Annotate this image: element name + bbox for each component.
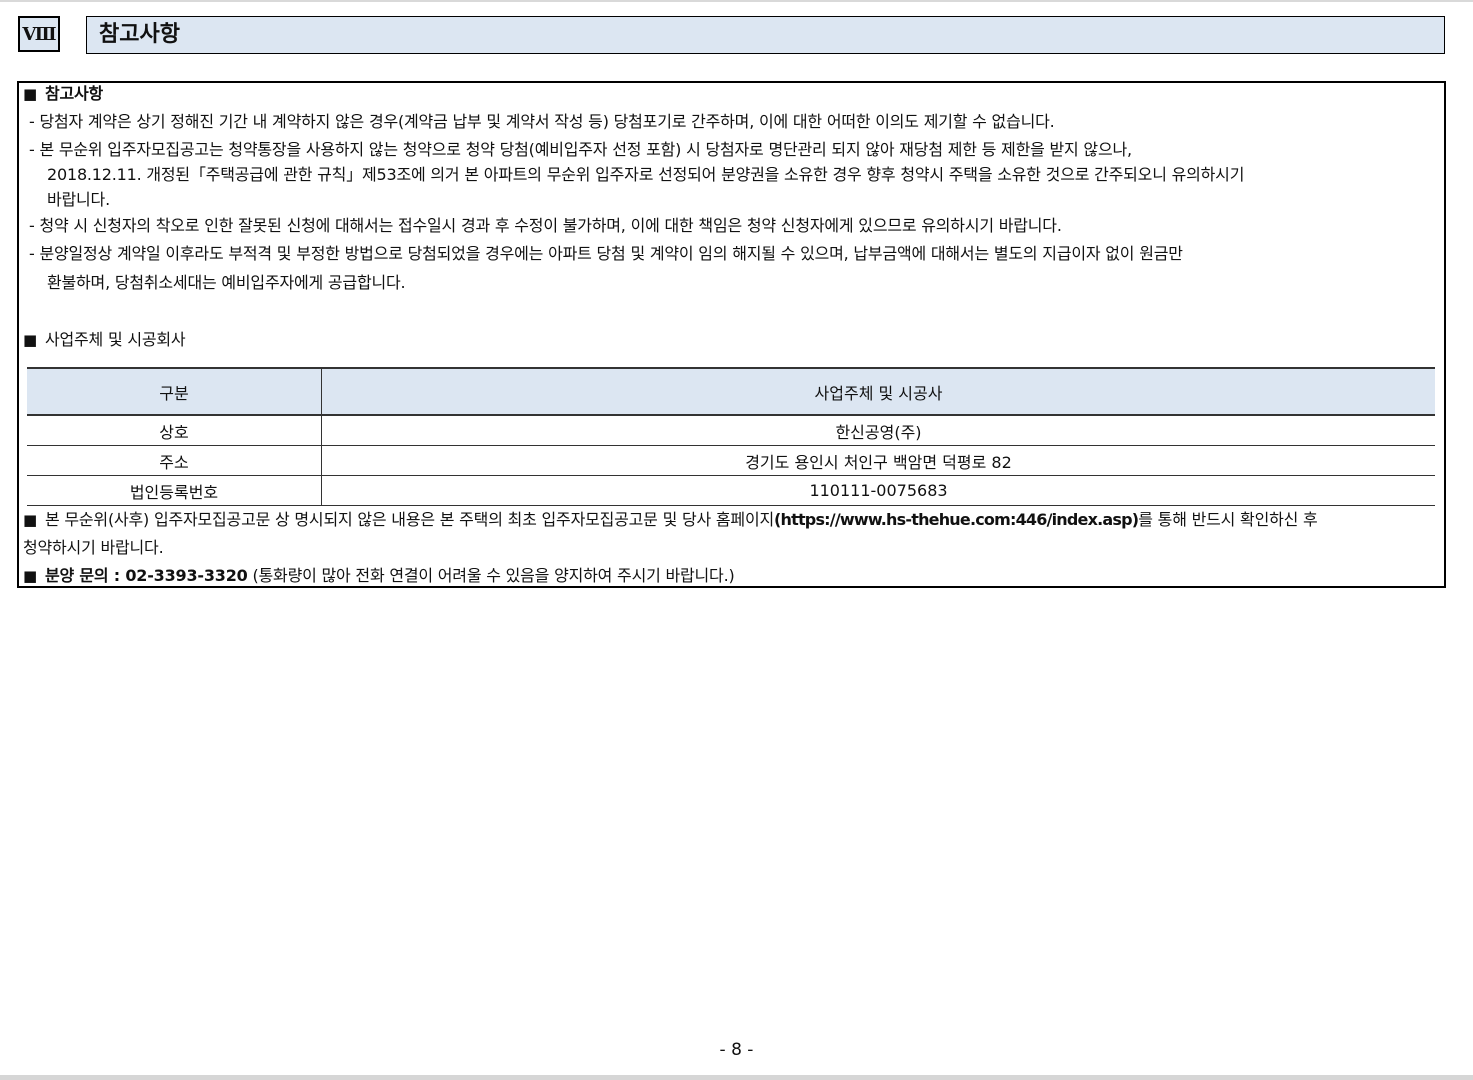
- note-line: - 본 무순위 입주자모집공고는 청약통장을 사용하지 않는 청약으로 청약 당…: [29, 140, 1132, 159]
- page-number: - 8 -: [719, 1040, 754, 1060]
- bottom-border: [0, 1075, 1473, 1080]
- table-cell: 주소: [27, 445, 322, 476]
- notes-heading: ■ 참고사항: [23, 84, 104, 103]
- table-row: 법인등록번호 110111-0075683: [27, 475, 1435, 506]
- company-heading: ■ 사업주체 및 시공회사: [23, 330, 186, 349]
- square-bullet-icon: ■: [23, 85, 37, 103]
- table-cell: 110111-0075683: [321, 475, 1435, 506]
- inquiry-line: ■ 분양 문의 : 02-3393-3320 (통화량이 많아 전화 연결이 어려…: [23, 566, 735, 586]
- table-row: 상호 한신공영(주): [27, 415, 1435, 446]
- footer-note: ■ 본 무순위(사후) 입주자모집공고문 상 명시되지 않은 내용은 본 주택의 …: [23, 510, 1318, 529]
- table-row: 주소 경기도 용인시 처인구 백암면 덕평로 82: [27, 445, 1435, 476]
- square-bullet-icon: ■: [23, 567, 37, 585]
- note-line: - 당첨자 계약은 상기 정해진 기간 내 계약하지 않은 경우(계약금 납부 …: [29, 112, 1055, 131]
- section-number-badge: Ⅷ: [18, 16, 60, 52]
- note-line: - 분양일정상 계약일 이후라도 부적격 및 부정한 방법으로 당첨되었을 경우…: [29, 244, 1183, 263]
- table-header-row: 구분 사업주체 및 시공사: [27, 367, 1435, 416]
- table-header-cell: 사업주체 및 시공사: [321, 367, 1435, 416]
- table-cell: 상호: [27, 415, 322, 446]
- table-cell: 한신공영(주): [321, 415, 1435, 446]
- square-bullet-icon: ■: [23, 331, 37, 349]
- company-table: 구분 사업주체 및 시공사 상호 한신공영(주) 주소 경기도 용인시 처인구 …: [27, 367, 1435, 506]
- top-border: [0, 0, 1473, 2]
- inquiry-note: (통화량이 많아 전화 연결이 어려울 수 있음을 양지하여 주시기 바랍니다.…: [252, 566, 735, 585]
- footer-note-cont: 청약하시기 바랍니다.: [23, 538, 164, 557]
- note-line: 환불하며, 당첨취소세대는 예비입주자에게 공급합니다.: [47, 273, 406, 292]
- note-line: - 청약 시 신청자의 착오로 인한 잘못된 신청에 대해서는 접수일시 경과 …: [29, 216, 1062, 235]
- note-line: 2018.12.11. 개정된「주택공급에 관한 규칙」제53조에 의거 본 아…: [47, 165, 1245, 184]
- note-line: 바랍니다.: [47, 190, 110, 209]
- table-header-cell: 구분: [27, 367, 322, 416]
- homepage-link[interactable]: (https://www.hs-thehue.com:446/index.asp…: [774, 510, 1139, 529]
- table-cell: 경기도 용인시 처인구 백암면 덕평로 82: [321, 445, 1435, 476]
- square-bullet-icon: ■: [23, 511, 37, 529]
- table-cell: 법인등록번호: [27, 475, 322, 506]
- notes-box: ■ 참고사항 - 당첨자 계약은 상기 정해진 기간 내 계약하지 않은 경우(계…: [17, 81, 1446, 588]
- section-title: 참고사항: [86, 16, 1445, 54]
- inquiry-phone: 분양 문의 : 02-3393-3320: [44, 566, 248, 585]
